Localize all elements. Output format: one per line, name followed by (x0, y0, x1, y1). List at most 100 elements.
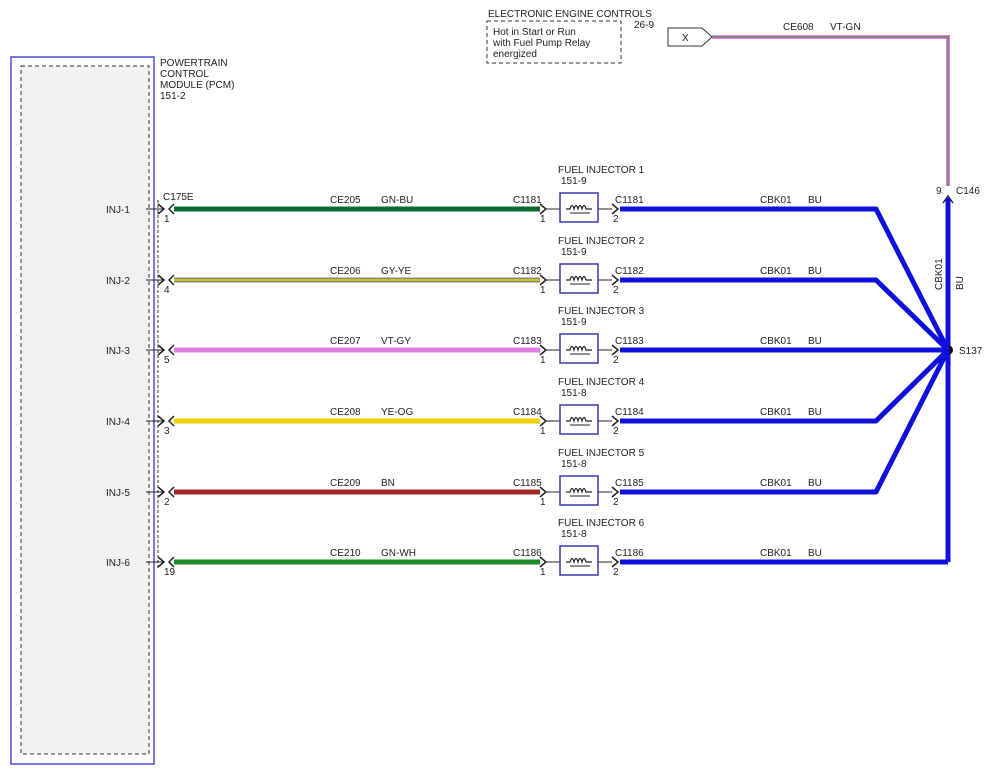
signal-circuit-label: CE206 (330, 266, 361, 277)
pcm-pin-label: INJ-6 (106, 558, 130, 569)
injector-ref: 151-8 (561, 529, 587, 540)
wire-end-symbol (167, 203, 175, 215)
wire-end-symbol (167, 274, 175, 286)
injector-pin-in: 1 (540, 285, 546, 296)
ground-color-label: BU (808, 195, 822, 206)
ground-color-label: BU (808, 336, 822, 347)
pcm-module (10, 56, 159, 765)
injector-connector-out-label: C1184 (615, 407, 644, 418)
connector-in-symbol (539, 415, 548, 427)
ground-circuit-label: CBK01 (760, 336, 792, 347)
pcm-pin-label: INJ-4 (106, 417, 130, 428)
injector-row-2: INJ-24CE206 GY-YE C11821FUEL INJECTOR 2151… (106, 236, 950, 352)
ground-color-label: BU (808, 266, 822, 277)
pcm-pin-number: 2 (164, 497, 170, 508)
signal-circuit-label: CE209 (330, 478, 361, 489)
pcm-title-line-3: MODULE (PCM) (160, 80, 234, 91)
injector-pin-out: 2 (613, 497, 619, 508)
signal-color-label: VT-GY (381, 336, 411, 347)
wire-end-symbol (167, 556, 175, 568)
injector-rows: INJ-11CE205 GN-BU C11811FUEL INJECTOR 1151… (106, 165, 951, 578)
feed-pin-label: 9 (936, 186, 942, 197)
injector-name: FUEL INJECTOR 3 (558, 306, 645, 317)
injector-ref: 151-9 (561, 317, 587, 328)
signal-color-label: GY-YE (381, 266, 412, 277)
injector-connector-in-label: C1185 (513, 478, 542, 489)
feed-circuit-label: CE608 (783, 22, 814, 33)
splice-label: S137 (959, 346, 983, 357)
injector-pin-in: 1 (540, 355, 546, 366)
pcm-pin-label: INJ-3 (106, 346, 130, 357)
injector-row-5: INJ-5 2 CE209 BN C1185 1 FUEL INJECTOR 5151-8 C… (106, 348, 951, 508)
injector-ref: 151-8 (561, 459, 587, 470)
ground-circuit-label: CBK01 (760, 478, 792, 489)
pcm-title-line-1: POWERTRAIN (160, 58, 228, 69)
feed-terminal (667, 27, 713, 47)
wiring-diagram: POWERTRAIN CONTROL MODULE (PCM) 151-2 C1… (10, 9, 983, 765)
connector-in-symbol (539, 203, 548, 215)
injector-name: FUEL INJECTOR 4 (558, 377, 645, 388)
injector-connector-out-label: C1182 (615, 266, 644, 277)
pcm-pin-label: INJ-5 (106, 488, 130, 499)
signal-color-label: GN-WH (381, 548, 416, 559)
signal-circuit-label: CE205 (330, 195, 361, 206)
feed-connector-label: C146 (956, 186, 980, 197)
wire-end-symbol (167, 486, 175, 498)
injector-name: FUEL INJECTOR 6 (558, 518, 645, 529)
injector-pin-in: 1 (540, 567, 546, 578)
eec-page-ref: 26-9 (634, 20, 654, 31)
injector-pin-out: 2 (613, 214, 619, 225)
ground-color-label: BU (808, 478, 822, 489)
pcm-pin-number: 19 (164, 567, 176, 578)
injector-pin-out: 2 (613, 355, 619, 366)
injector-pin-in: 1 (540, 426, 546, 437)
feed-wire (712, 35, 950, 186)
eec-note-line-1: Hot in Start or Run (493, 27, 576, 38)
injector-pin-out: 2 (613, 426, 619, 437)
signal-color-label: YE-OG (381, 407, 413, 418)
connector-in-symbol (539, 556, 548, 568)
injector-row-1: INJ-11CE205 GN-BU C11811FUEL INJECTOR 1151… (106, 165, 951, 352)
signal-color-label: BN (381, 478, 395, 489)
injector-connector-in-label: C1181 (513, 195, 542, 206)
signal-circuit-label: CE210 (330, 548, 361, 559)
injector-connector-in-label: C1182 (513, 266, 542, 277)
signal-circuit-label: CE207 (330, 336, 361, 347)
injector-connector-in-label: C1186 (513, 548, 542, 559)
connector-in-symbol (539, 486, 548, 498)
ground-circuit-label: CBK01 (760, 195, 792, 206)
feed-color-label: VT-GN (830, 22, 861, 33)
wire-end-symbol (167, 415, 175, 427)
pcm-pin-label: INJ-2 (106, 276, 130, 287)
injector-connector-in-label: C1184 (513, 407, 542, 418)
injector-ref: 151-9 (561, 176, 587, 187)
injector-ref: 151-9 (561, 247, 587, 258)
pcm-title-line-2: CONTROL (160, 69, 209, 80)
feed-wire-stripe (712, 36, 949, 186)
pcm-pin-number: 5 (164, 355, 170, 366)
pcm-ref: 151-2 (160, 91, 186, 102)
injector-pin-out: 2 (613, 567, 619, 578)
pcm-connector-label: C175E (163, 192, 194, 203)
ground-circuit-label: CBK01 (760, 266, 792, 277)
injector-pin-in: 1 (540, 497, 546, 508)
injector-row-3: INJ-3 5 CE207 VT-GY C1183 1 FUEL INJECTOR 3151… (106, 306, 948, 366)
eec-note-line-2: with Fuel Pump Relay (492, 38, 590, 49)
injector-connector-out-label: C1185 (615, 478, 644, 489)
pcm-pin-label: INJ-1 (106, 205, 130, 216)
injector-row-6: INJ-6 19 CE210 GN-WH C1186 1 FUEL INJECTOR 615… (106, 518, 948, 578)
signal-circuit-label: CE208 (330, 407, 361, 418)
feed-terminal-label: X (682, 33, 689, 44)
pcm-pin-number: 3 (164, 426, 170, 437)
injector-row-4: INJ-43CE208 YE-OG C11841FUEL INJECTOR 4151… (106, 348, 950, 437)
eec-title: ELECTRONIC ENGINE CONTROLS (488, 9, 652, 20)
injector-name: FUEL INJECTOR 2 (558, 236, 645, 247)
injector-connector-out-label: C1181 (615, 195, 644, 206)
ground-circuit-label: CBK01 (760, 548, 792, 559)
injector-name: FUEL INJECTOR 5 (558, 448, 645, 459)
connector-in-symbol (539, 344, 548, 356)
ground-color-label: BU (808, 548, 822, 559)
ground-circuit-label: CBK01 (760, 407, 792, 418)
injector-connector-out-label: C1183 (615, 336, 644, 347)
trunk-circuit-label: CBK01 (934, 258, 945, 290)
